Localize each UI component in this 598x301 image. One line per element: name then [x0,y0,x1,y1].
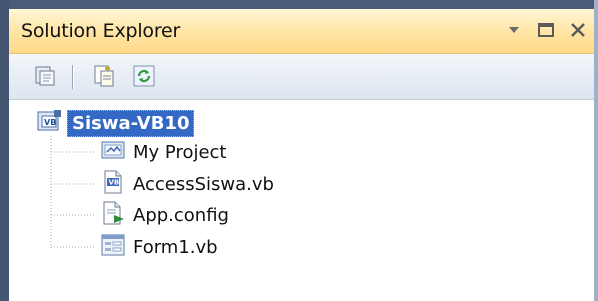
title-controls [504,19,588,41]
vb-project-icon: VB [37,109,63,137]
config-file-icon [101,201,125,229]
vb-file-icon: VB [101,170,125,198]
tree-item-form1[interactable]: Form1.vb [101,232,218,262]
properties-icon[interactable] [91,63,117,89]
tree-item-my-project[interactable]: My Project [101,137,227,167]
tree-item-accesssiswa[interactable]: VB AccessSiswa.vb [101,169,274,199]
tree-item-app-config[interactable]: App.config [101,200,229,230]
window-frame-top [0,0,598,9]
title-bar: Solution Explorer [9,9,594,54]
panel-title: Solution Explorer [21,20,181,42]
tree-item-label: Form1.vb [133,236,218,258]
window-frame-left [0,0,9,301]
root-project-label: Siswa-VB10 [67,109,195,137]
dropdown-arrow-icon[interactable] [504,19,524,41]
solution-tree: VB Siswa-VB10 My Project VB AccessSiswa.… [9,100,594,301]
refresh-icon[interactable] [131,63,157,89]
maximize-icon[interactable] [536,19,556,41]
close-icon[interactable] [568,19,588,41]
show-all-files-icon[interactable] [33,63,59,89]
my-project-icon [101,139,125,165]
form-icon [101,234,125,260]
window-frame-right [594,0,598,301]
tree-item-label: App.config [133,204,229,226]
tree-item-label: My Project [133,141,227,163]
tree-root-row[interactable]: VB Siswa-VB10 [37,109,195,137]
toolbar [9,54,594,100]
svg-text:VB: VB [109,179,120,187]
tree-item-label: AccessSiswa.vb [133,173,274,195]
toolbar-separator [72,65,74,89]
svg-text:VB: VB [44,118,56,127]
